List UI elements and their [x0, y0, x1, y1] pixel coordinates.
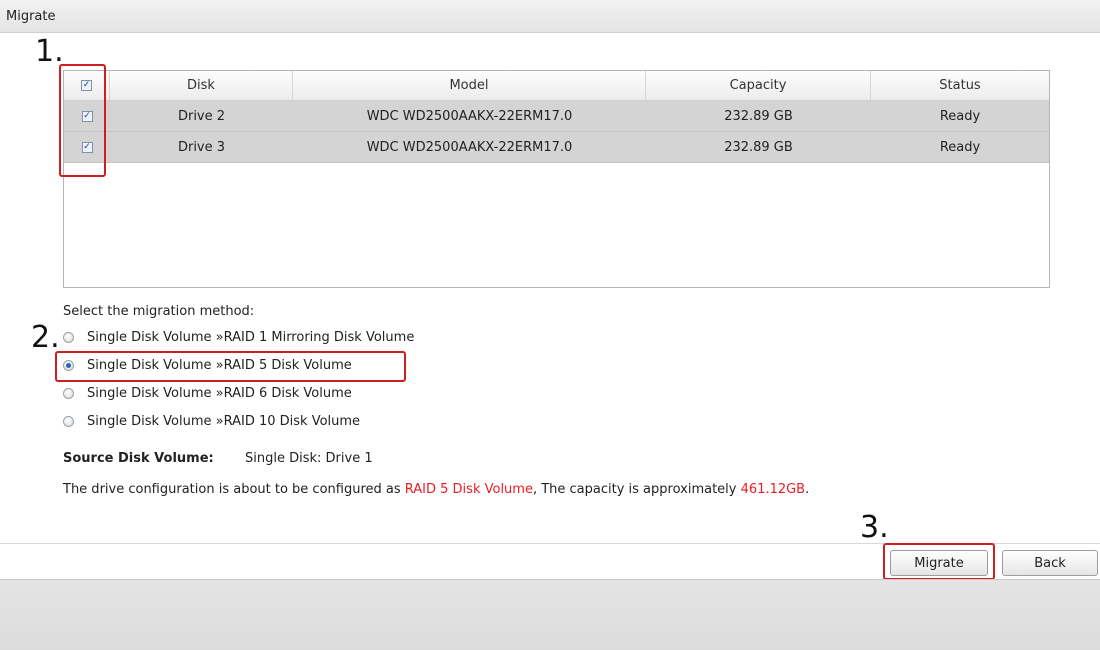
configuration-summary: The drive configuration is about to be c…	[63, 482, 809, 497]
option-raid10[interactable]: Single Disk Volume »RAID 10 Disk Volume	[63, 414, 360, 429]
column-header-disk[interactable]: Disk	[110, 71, 293, 100]
radio-button[interactable]	[63, 388, 74, 399]
migration-method-prompt: Select the migration method:	[63, 304, 255, 319]
summary-middle: , The capacity is approximately	[532, 482, 741, 497]
capacity-cell: 232.89 GB	[724, 108, 793, 124]
row-select-cell: ✓	[64, 101, 110, 131]
disk-cell: Drive 2	[177, 108, 226, 124]
summary-raid-type: RAID 5 Disk Volume	[404, 482, 533, 497]
table-row[interactable]: ✓ Drive 2 WDC WD2500AAKX-22ERM17.0 232.8…	[64, 101, 1049, 132]
row-select-cell: ✓	[64, 132, 110, 162]
dialog-footer	[0, 579, 1100, 650]
table-row[interactable]: ✓ Drive 3 WDC WD2500AAKX-22ERM17.0 232.8…	[64, 132, 1049, 163]
row-checkbox[interactable]: ✓	[81, 141, 93, 153]
status-cell: Ready	[939, 139, 981, 155]
column-header-model[interactable]: Model	[293, 71, 646, 100]
header-select-all-cell: ✓	[64, 71, 110, 100]
model-cell: WDC WD2500AAKX-22ERM17.0	[366, 108, 573, 124]
option-raid6[interactable]: Single Disk Volume »RAID 6 Disk Volume	[63, 386, 352, 401]
table-header: ✓ Disk Model Capacity Status	[64, 71, 1049, 101]
option-label: Single Disk Volume »RAID 1 Mirroring Dis…	[87, 330, 415, 345]
migrate-dialog: Migrate 1. 2. 3. ✓ Disk Model Capacity S…	[0, 0, 1100, 650]
divider	[0, 543, 1100, 544]
summary-prefix: The drive configuration is about to be c…	[63, 482, 405, 497]
option-label: Single Disk Volume »RAID 6 Disk Volume	[87, 386, 352, 401]
select-all-checkbox[interactable]: ✓	[81, 80, 92, 91]
disk-table: ✓ Disk Model Capacity Status ✓ Drive 2 W…	[63, 70, 1050, 288]
summary-suffix: .	[805, 482, 810, 497]
summary-capacity: 461.12GB	[740, 482, 806, 497]
step-3-annotation: 3.	[860, 510, 889, 545]
radio-button[interactable]	[63, 416, 74, 427]
title-bar: Migrate	[0, 0, 1100, 33]
status-cell: Ready	[939, 108, 981, 124]
option-raid1[interactable]: Single Disk Volume »RAID 1 Mirroring Dis…	[63, 330, 414, 345]
option-label: Single Disk Volume »RAID 5 Disk Volume	[87, 358, 352, 373]
row-checkbox[interactable]: ✓	[81, 110, 93, 122]
dialog-title: Migrate	[6, 9, 56, 24]
source-disk-volume-value: Single Disk: Drive 1	[245, 451, 373, 466]
back-button[interactable]: Back	[1002, 550, 1098, 576]
option-raid5[interactable]: Single Disk Volume »RAID 5 Disk Volume	[63, 358, 352, 373]
column-header-status[interactable]: Status	[871, 71, 1049, 100]
model-cell: WDC WD2500AAKX-22ERM17.0	[366, 139, 573, 155]
step-2-annotation: 2.	[31, 320, 60, 355]
column-header-capacity[interactable]: Capacity	[646, 71, 871, 100]
radio-button[interactable]	[63, 332, 74, 343]
radio-button-selected[interactable]	[63, 360, 74, 371]
capacity-cell: 232.89 GB	[724, 139, 793, 155]
disk-cell: Drive 3	[177, 139, 226, 155]
option-label: Single Disk Volume »RAID 10 Disk Volume	[87, 414, 361, 429]
step-1-annotation: 1.	[35, 34, 64, 69]
source-disk-volume-label: Source Disk Volume:	[63, 451, 214, 466]
migrate-button[interactable]: Migrate	[890, 550, 988, 576]
